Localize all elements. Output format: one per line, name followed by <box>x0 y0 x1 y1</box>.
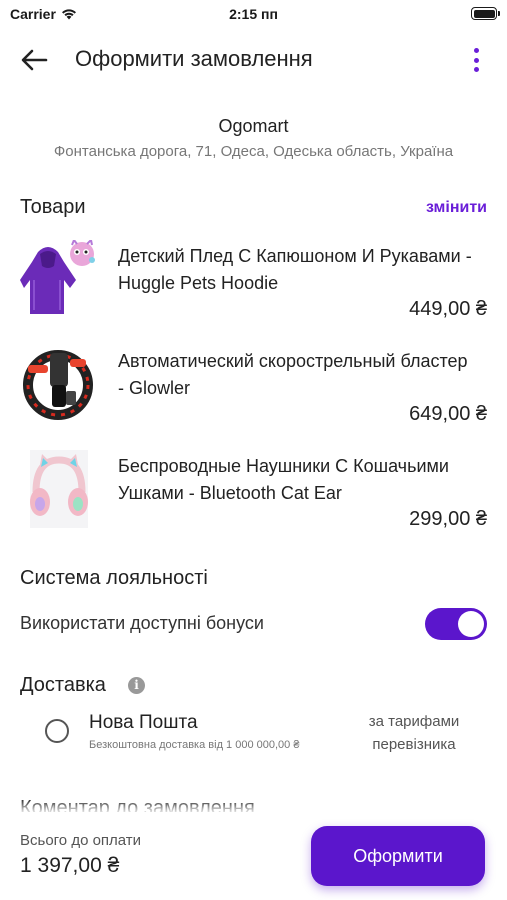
back-arrow-icon[interactable] <box>20 48 48 72</box>
product-name: Автоматический скорострельный бластер - … <box>118 351 468 398</box>
product-name: Детский Плед С Капюшоном И Рукавами - Hu… <box>118 246 472 293</box>
delivery-option-radio[interactable] <box>45 719 69 743</box>
more-options-icon[interactable] <box>467 46 485 74</box>
battery-icon <box>471 7 500 20</box>
toggle-knob <box>458 611 484 637</box>
loyalty-section-title: Система лояльності <box>20 567 208 589</box>
total-value: 1 397,00 ₴ <box>20 854 120 877</box>
delivery-option-price-note: за тарифами перевізника <box>368 713 460 753</box>
checkout-bar: Всього до оплати 1 397,00 ₴ Оформити <box>0 812 507 900</box>
product-price: 299,00 ₴ <box>409 508 487 530</box>
products-section-title: Товари <box>20 196 86 218</box>
store-address: Фонтанська дорога, 71, Одеса, Одеська об… <box>53 143 454 160</box>
product-item[interactable]: Детский Плед С Капюшоном И Рукавами - Hu… <box>0 240 507 340</box>
delivery-option-name: Нова Пошта <box>89 712 198 733</box>
store-name: Ogomart <box>218 116 289 136</box>
product-image-blaster <box>23 350 93 420</box>
status-bar: Carrier 2:15 пп <box>0 0 507 28</box>
product-name: Беспроводные Наушники С Кошачьими Ушками… <box>118 456 449 503</box>
app-header: Оформити замовлення <box>0 36 507 84</box>
delivery-section-title: Доставка <box>20 674 106 696</box>
info-icon[interactable]: i <box>128 677 145 694</box>
product-item[interactable]: Беспроводные Наушники С Кошачьими Ушками… <box>0 450 507 550</box>
checkout-button[interactable]: Оформити <box>311 826 485 886</box>
page-title: Оформити замовлення <box>75 46 313 71</box>
product-image-hoodie <box>20 240 95 314</box>
use-bonuses-label: Використати доступні бонуси <box>20 613 264 633</box>
total-label: Всього до оплати <box>20 832 142 849</box>
product-image-headphones <box>30 450 88 528</box>
change-products-link[interactable]: змінити <box>426 199 487 217</box>
product-price: 449,00 ₴ <box>409 298 487 320</box>
product-price: 649,00 ₴ <box>409 403 487 425</box>
product-item[interactable]: Автоматический скорострельный бластер - … <box>0 345 507 445</box>
status-time: 2:15 пп <box>229 6 278 22</box>
delivery-option-subtitle: Безкоштовна доставка від 1 000 000,00 ₴ <box>89 739 300 751</box>
use-bonuses-toggle[interactable] <box>425 608 487 640</box>
